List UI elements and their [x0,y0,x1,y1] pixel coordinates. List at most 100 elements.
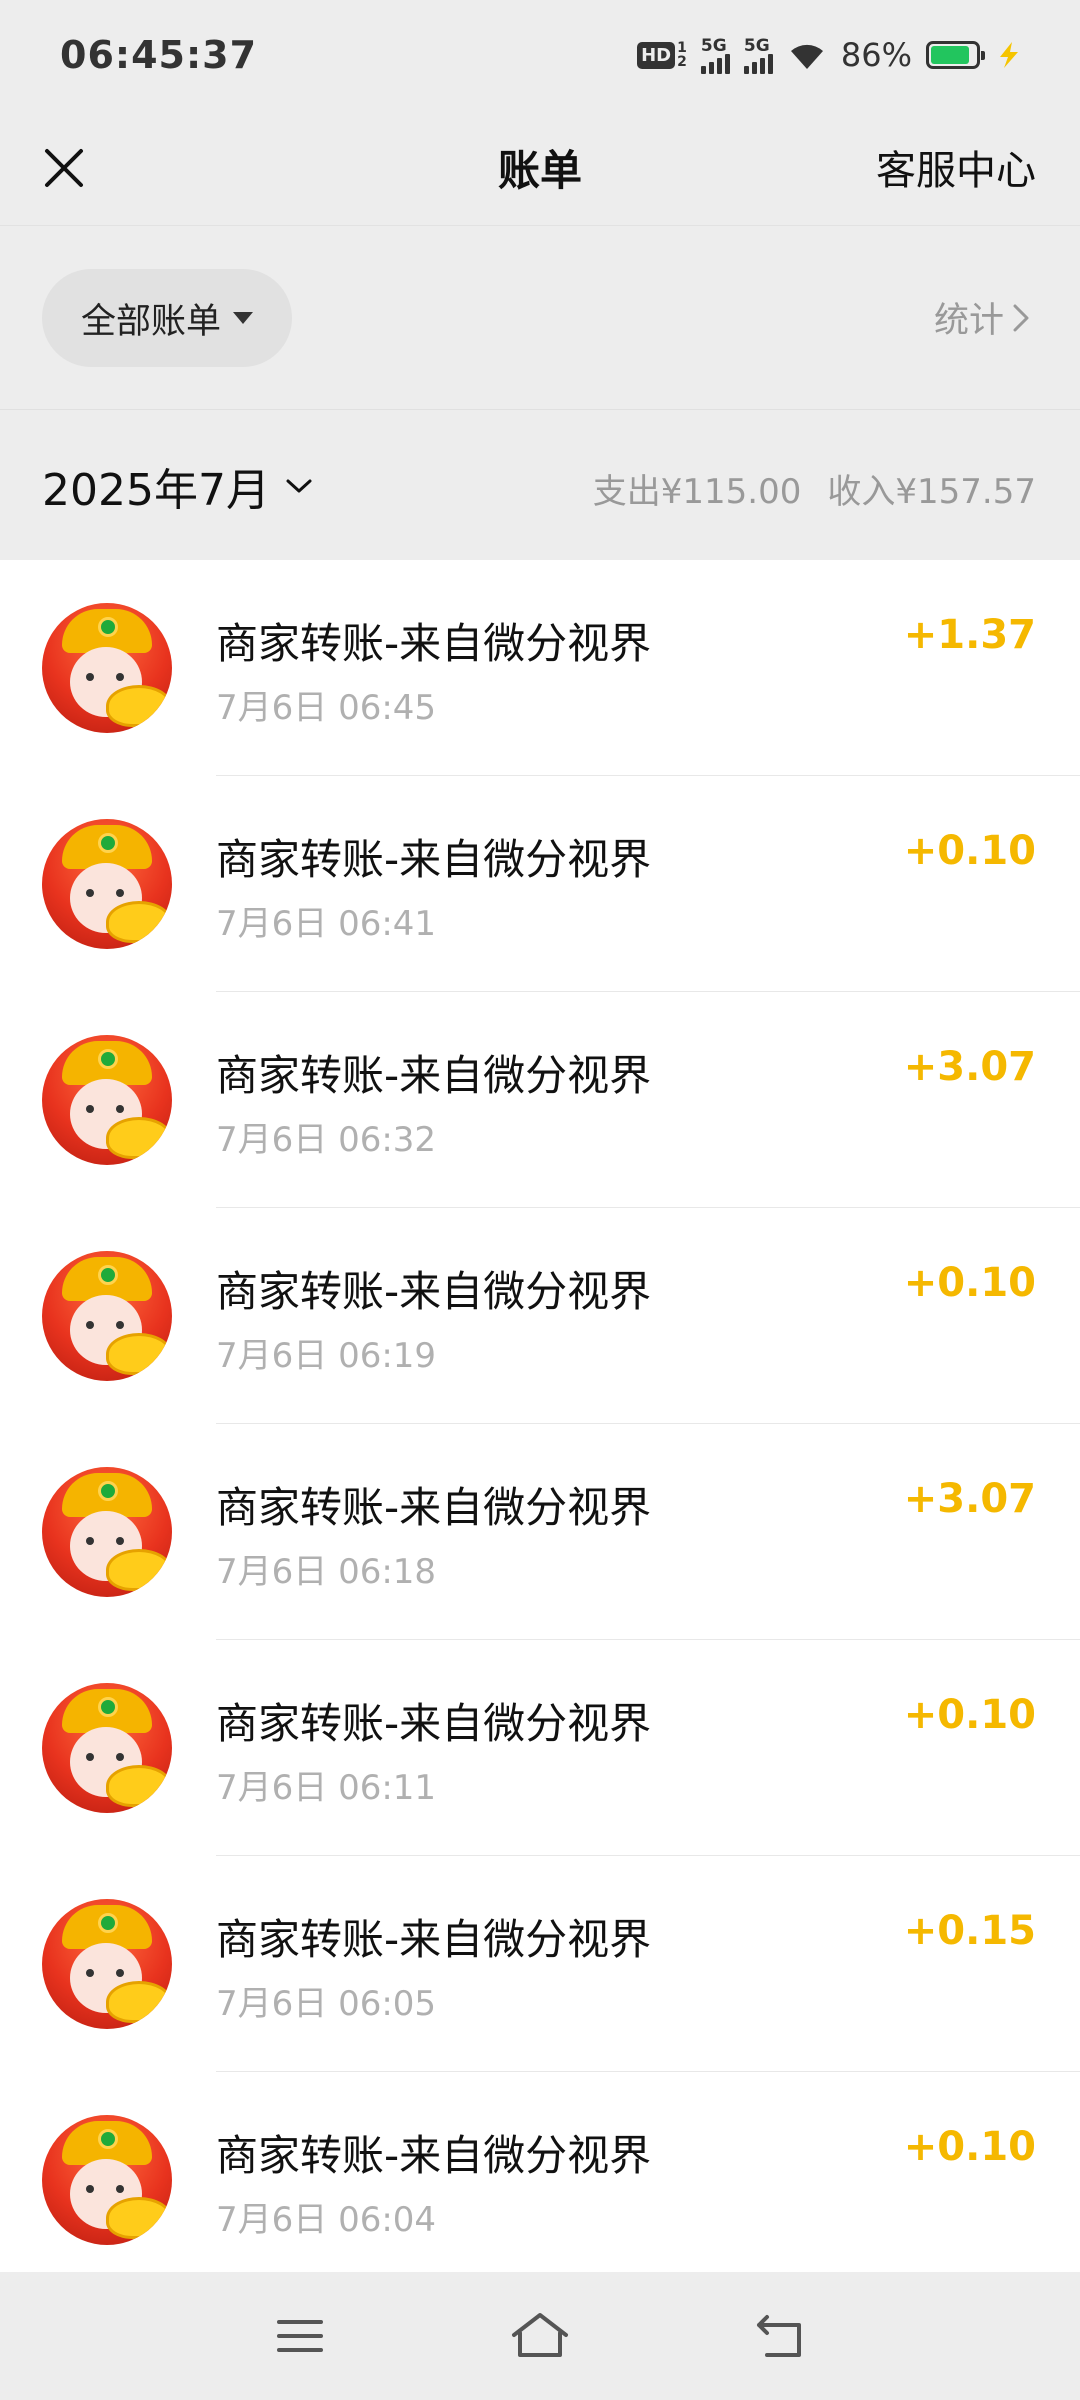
merchant-avatar [42,1251,172,1381]
signal-sim2-icon: 5G [743,36,773,74]
merchant-avatar [42,2115,172,2245]
transaction-amount: +0.10 [903,2124,1036,2170]
transaction-amount: +0.10 [903,1692,1036,1738]
avatar-eye [86,1321,94,1329]
transaction-time: 7月6日 06:04 [216,2200,437,2240]
avatar-eye [86,1105,94,1113]
statistics-label: 统计 [933,301,1004,341]
transaction-time: 7月6日 06:41 [216,904,437,944]
transaction-row[interactable]: 商家转账-来自微分视界 7月6日 06:18 +3.07 [0,1424,1080,1640]
avatar-eye [86,1753,94,1761]
merchant-avatar [42,603,172,733]
customer-service-link[interactable]: 客服中心 [876,138,1036,196]
transaction-amount: +0.10 [903,1260,1036,1306]
avatar-gold-ingot [106,1765,172,1807]
transaction-amount: +3.07 [903,1476,1036,1522]
hd-icon: HD 1 2 [637,41,687,69]
transaction-time: 7月6日 06:32 [216,1120,437,1160]
bill-type-filter[interactable]: 全部账单 [42,269,292,367]
hd-sub-bottom: 2 [677,54,687,70]
sim1-label: 5G [700,36,727,56]
bill-type-filter-label: 全部账单 [80,301,221,342]
menu-button[interactable] [270,2306,330,2366]
battery-fill [931,46,969,64]
sim2-label: 5G [743,36,770,56]
hd-sub-top: 1 [677,40,687,56]
statistics-link[interactable]: 统计 [934,292,1032,343]
transaction-amount: +0.15 [903,1908,1036,1954]
avatar-eye [116,1105,124,1113]
transaction-title: 商家转账-来自微分视界 [216,619,652,668]
hd-label: HD [637,41,676,69]
transaction-row[interactable]: 商家转账-来自微分视界 7月6日 06:11 +0.10 [0,1640,1080,1856]
transaction-amount: +3.07 [903,1044,1036,1090]
month-label: 2025年7月 [42,465,270,516]
charging-icon [1000,42,1018,68]
avatar-eye [116,1321,124,1329]
avatar-eye [86,1969,94,1977]
month-header: 2025年7月 支出¥115.00 收入¥157.57 [0,410,1080,560]
transaction-row[interactable]: 商家转账-来自微分视界 7月6日 06:41 +0.10 [0,776,1080,992]
transaction-amount: +0.10 [903,828,1036,874]
transaction-time: 7月6日 06:11 [216,1768,437,1808]
battery-percent: 86% [840,36,912,74]
hd-sub: 1 2 [677,41,687,69]
avatar-gem [98,1913,118,1933]
transaction-title: 商家转账-来自微分视界 [216,1483,652,1532]
chevron-down-icon [286,479,312,493]
signal-sim1-icon: 5G [700,36,730,74]
transaction-list: 商家转账-来自微分视界 7月6日 06:45 +1.37 商家转账-来自微分视界… [0,560,1080,2272]
avatar-gold-ingot [106,901,172,943]
transaction-title: 商家转账-来自微分视界 [216,1051,652,1100]
transaction-row[interactable]: 商家转账-来自微分视界 7月6日 06:32 +3.07 [0,992,1080,1208]
status-bar: 06:45:37 HD 1 2 5G 5G 86% [0,0,1080,110]
avatar-eye [116,1969,124,1977]
back-button[interactable] [750,2306,810,2366]
transaction-row[interactable]: 商家转账-来自微分视界 7月6日 06:45 +1.37 [0,560,1080,776]
transaction-title: 商家转账-来自微分视界 [216,1699,652,1748]
system-nav-bar [0,2272,1080,2400]
status-time: 06:45:37 [60,33,258,77]
avatar-eye [86,2185,94,2193]
menu-icon [277,2320,323,2352]
avatar-gem [98,1049,118,1069]
page-title: 账单 [497,146,582,195]
top-nav-bar: 账单 客服中心 [0,110,1080,226]
avatar-gem [98,1697,118,1717]
caret-down-icon [233,312,253,324]
close-icon [45,149,83,187]
transaction-row[interactable]: 商家转账-来自微分视界 7月6日 06:05 +0.15 [0,1856,1080,2072]
close-button[interactable] [28,132,100,204]
transaction-time: 7月6日 06:18 [216,1552,437,1592]
avatar-gold-ingot [106,1333,172,1375]
avatar-eye [116,889,124,897]
avatar-eye [86,673,94,681]
avatar-gem [98,1481,118,1501]
avatar-gem [98,617,118,637]
transaction-title: 商家转账-来自微分视界 [216,2131,652,2180]
status-icons: HD 1 2 5G 5G 86% [637,36,1024,74]
transaction-time: 7月6日 06:19 [216,1336,437,1376]
merchant-avatar [42,819,172,949]
wifi-icon [790,44,823,69]
transaction-title: 商家转账-来自微分视界 [216,1267,652,1316]
merchant-avatar [42,1683,172,1813]
transaction-time: 7月6日 06:45 [216,688,437,728]
avatar-gem [98,1265,118,1285]
avatar-gem [98,833,118,853]
merchant-avatar [42,1035,172,1165]
avatar-gold-ingot [106,1117,172,1159]
avatar-gold-ingot [106,2197,172,2239]
avatar-gold-ingot [106,685,172,727]
income-total: 收入¥157.57 [827,472,1036,512]
home-button[interactable] [510,2306,570,2366]
battery-icon [926,41,985,69]
home-icon [512,2313,568,2357]
filter-bar: 全部账单 统计 [0,226,1080,410]
transaction-row[interactable]: 商家转账-来自微分视界 7月6日 06:04 +0.10 [0,2072,1080,2272]
chevron-right-icon [1013,304,1029,331]
month-selector[interactable]: 2025年7月 [42,454,314,518]
month-summary: 支出¥115.00 收入¥157.57 [593,464,1036,513]
transaction-row[interactable]: 商家转账-来自微分视界 7月6日 06:19 +0.10 [0,1208,1080,1424]
merchant-avatar [42,1899,172,2029]
